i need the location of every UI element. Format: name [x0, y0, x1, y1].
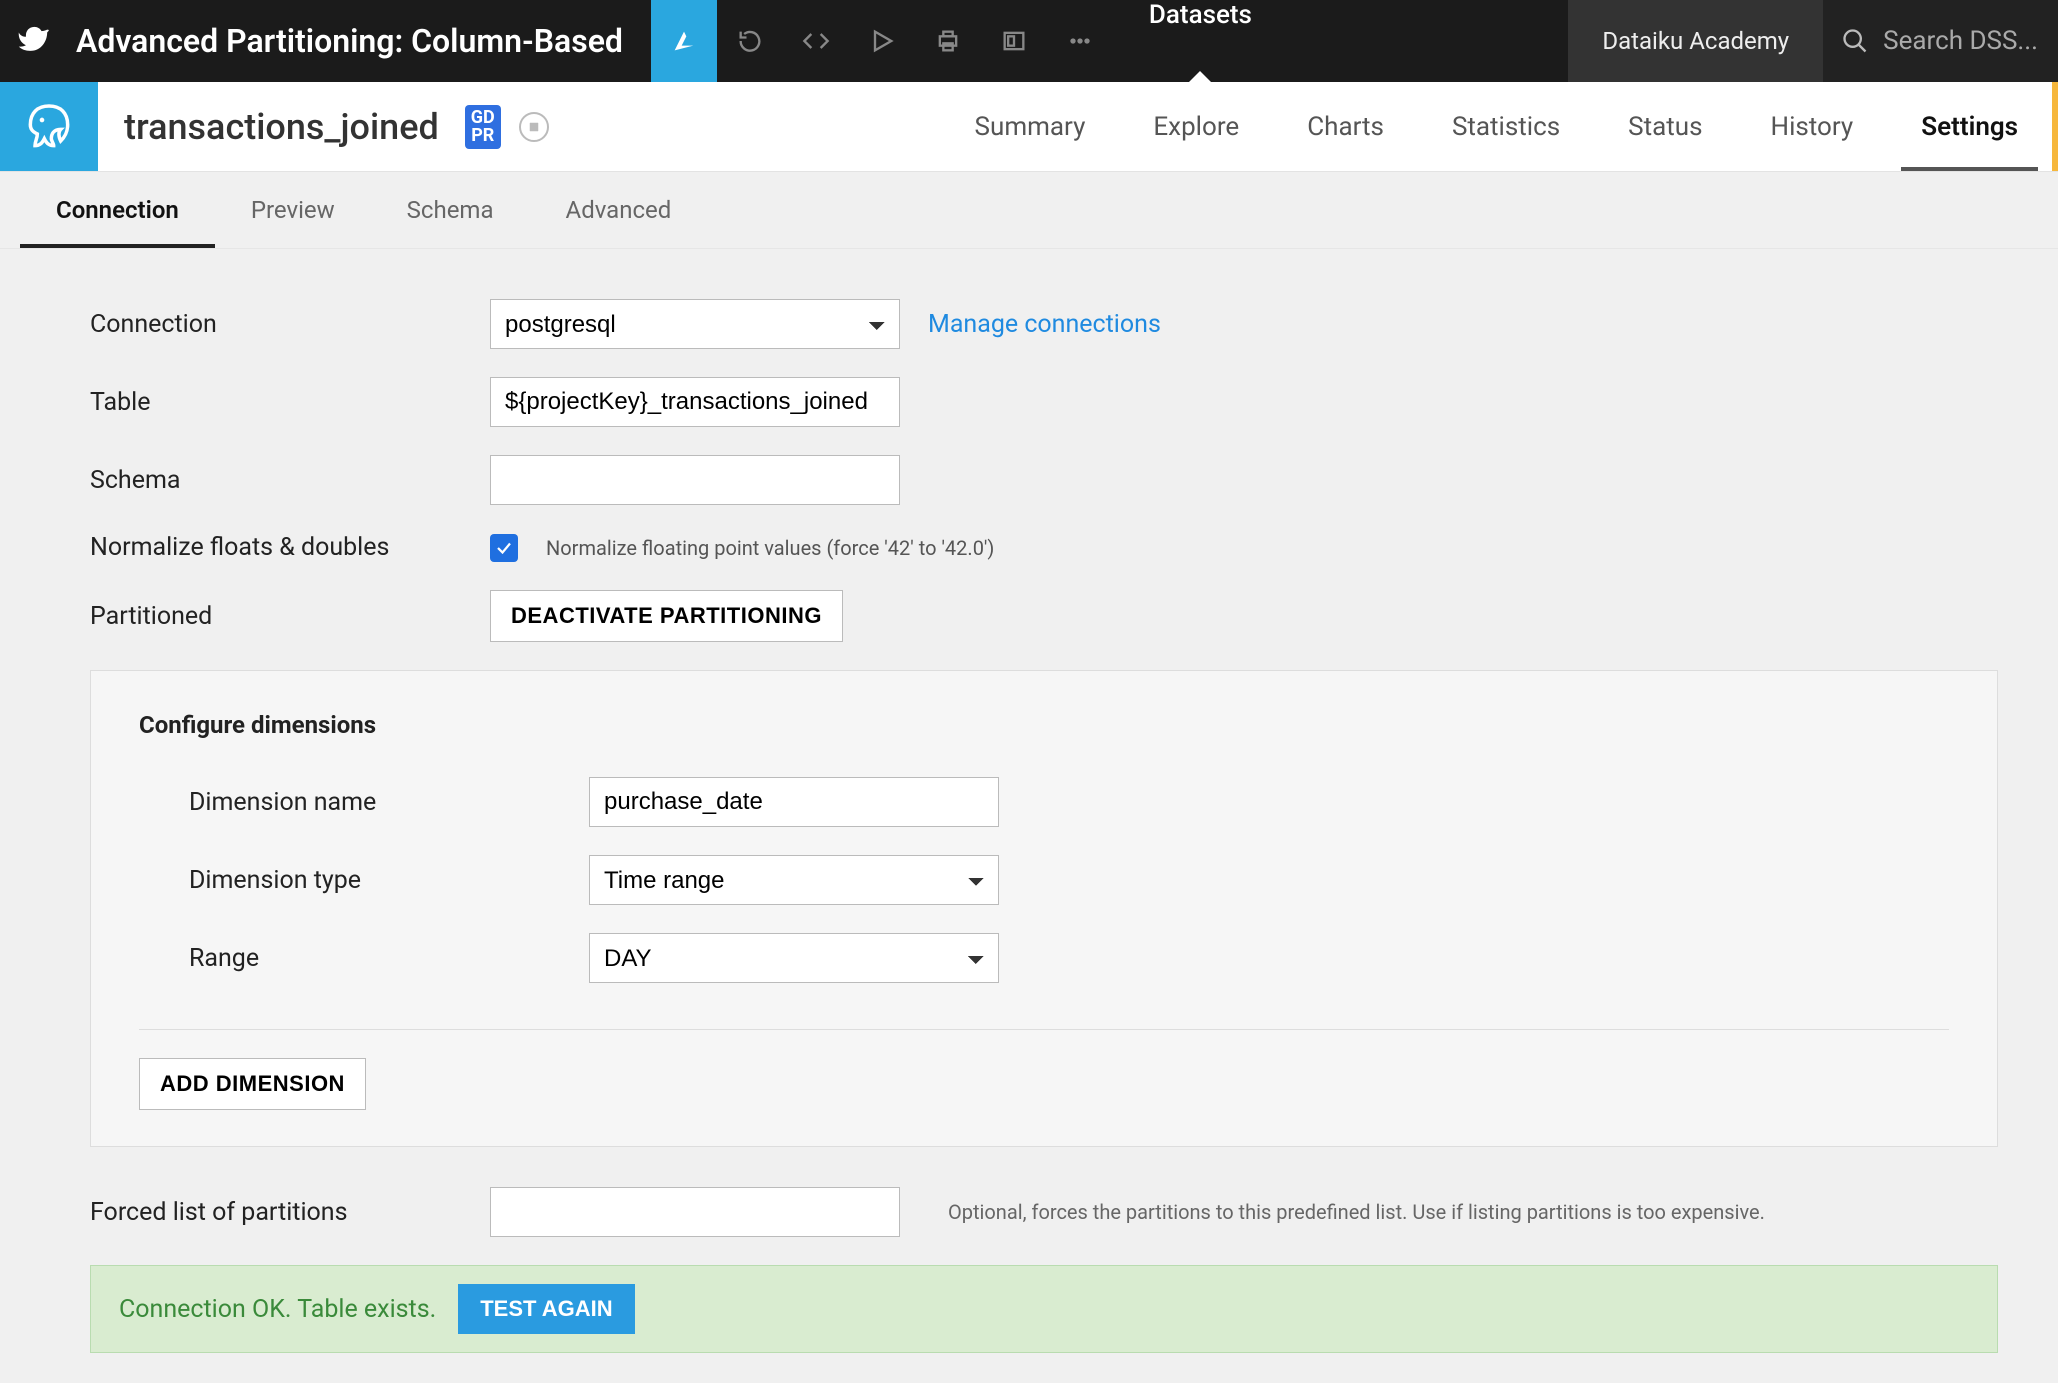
dashboard-icon[interactable] [981, 0, 1047, 82]
connection-status: Connection OK. Table exists. TEST AGAIN [90, 1265, 1998, 1353]
table-input[interactable] [490, 377, 900, 427]
academy-button[interactable]: Dataiku Academy [1568, 0, 1823, 82]
project-title[interactable]: Advanced Partitioning: Column-Based [66, 0, 651, 82]
datasets-label: Datasets [1113, 0, 1288, 30]
play-icon[interactable] [849, 0, 915, 82]
global-search[interactable]: Search DSS... [1823, 0, 2058, 82]
top-bar: Advanced Partitioning: Column-Based Data… [0, 0, 2058, 82]
dataset-bar: transactions_joined GD PR Summary Explor… [0, 82, 2058, 172]
tab-charts[interactable]: Charts [1273, 82, 1418, 171]
subtab-schema[interactable]: Schema [371, 172, 530, 248]
label-schema: Schema [90, 466, 490, 495]
label-table: Table [90, 388, 490, 417]
app-logo[interactable] [0, 0, 66, 82]
test-again-button[interactable]: TEST AGAIN [458, 1284, 634, 1334]
deactivate-partitioning-button[interactable]: DEACTIVATE PARTITIONING [490, 590, 843, 642]
manage-connections-link[interactable]: Manage connections [928, 310, 1161, 339]
subtab-preview[interactable]: Preview [215, 172, 371, 248]
label-forced-list: Forced list of partitions [90, 1198, 490, 1227]
label-dim-type: Dimension type [189, 866, 589, 895]
tab-history[interactable]: History [1737, 82, 1888, 171]
dimensions-panel: Configure dimensions Dimension name Dime… [90, 670, 1998, 1147]
more-icon[interactable] [1047, 0, 1113, 82]
label-dim-name: Dimension name [189, 788, 589, 817]
subtab-advanced[interactable]: Advanced [530, 172, 708, 248]
settings-subtabs: Connection Preview Schema Advanced [0, 172, 2058, 249]
connection-select[interactable]: postgresql [490, 299, 900, 349]
label-partitioned: Partitioned [90, 602, 490, 631]
forced-list-help: Optional, forces the partitions to this … [948, 1200, 1765, 1224]
dataset-name[interactable]: transactions_joined [98, 82, 439, 171]
flow-icon[interactable] [651, 0, 717, 82]
tab-summary[interactable]: Summary [941, 82, 1120, 171]
label-connection: Connection [90, 310, 490, 339]
label-dim-range: Range [189, 944, 589, 973]
dataset-tabs: Summary Explore Charts Statistics Status… [941, 82, 2052, 171]
connection-form: Connection postgresql Manage connections… [0, 249, 2058, 1383]
toolbar-icons [651, 0, 1113, 82]
subtab-connection[interactable]: Connection [20, 172, 215, 248]
print-icon[interactable] [915, 0, 981, 82]
dataset-badges: GD PR [439, 82, 549, 171]
forced-list-input[interactable] [490, 1187, 900, 1237]
tab-explore[interactable]: Explore [1119, 82, 1273, 171]
dimension-name-input[interactable] [589, 777, 999, 827]
compass-icon[interactable] [519, 112, 549, 142]
search-icon [1841, 27, 1869, 55]
dimension-range-select[interactable]: DAY [589, 933, 999, 983]
bird-icon [16, 24, 50, 58]
tab-statistics[interactable]: Statistics [1418, 82, 1594, 171]
normalize-help: Normalize floating point values (force '… [546, 536, 994, 560]
code-icon[interactable] [783, 0, 849, 82]
postgres-icon [0, 82, 98, 171]
gdpr-badge[interactable]: GD PR [465, 105, 501, 149]
tab-settings[interactable]: Settings [1887, 82, 2052, 171]
tab-status[interactable]: Status [1594, 82, 1736, 171]
label-normalize: Normalize floats & doubles [90, 533, 490, 562]
accent-bar [2052, 82, 2058, 171]
datasets-nav[interactable]: Datasets [1113, 0, 1288, 82]
dimensions-heading: Configure dimensions [139, 711, 1949, 739]
add-dimension-button[interactable]: ADD DIMENSION [139, 1058, 366, 1110]
refresh-icon[interactable] [717, 0, 783, 82]
normalize-checkbox[interactable] [490, 534, 518, 562]
check-icon [495, 539, 513, 557]
search-placeholder: Search DSS... [1883, 26, 2038, 56]
schema-input[interactable] [490, 455, 900, 505]
status-text: Connection OK. Table exists. [119, 1295, 436, 1324]
dimension-type-select[interactable]: Time range [589, 855, 999, 905]
